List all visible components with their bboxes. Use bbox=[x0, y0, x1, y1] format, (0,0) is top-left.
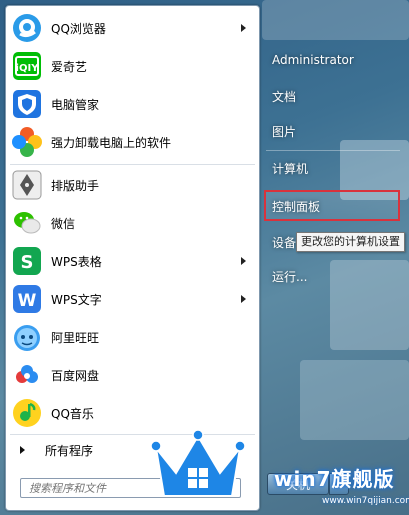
program-label: 微信 bbox=[51, 216, 76, 231]
program-item-wps-sheets[interactable]: S WPS表格 bbox=[6, 242, 259, 280]
control-panel-link[interactable]: 控制面板 bbox=[272, 198, 320, 215]
documents-link[interactable]: 文档 bbox=[272, 88, 296, 105]
svg-text:W: W bbox=[18, 291, 37, 311]
arrow-right-icon bbox=[20, 446, 25, 454]
menu-separator bbox=[10, 164, 255, 165]
desktop-window-blur bbox=[262, 0, 409, 40]
desktop-window-blur bbox=[330, 260, 409, 350]
program-item-qq-music[interactable]: QQ音乐 bbox=[6, 394, 259, 432]
wps-writer-icon: W bbox=[11, 283, 43, 315]
qq-browser-icon bbox=[11, 12, 43, 44]
all-programs-label: 所有程序 bbox=[45, 443, 94, 458]
aliwangwang-icon bbox=[11, 321, 43, 353]
program-item-wechat[interactable]: 微信 bbox=[6, 204, 259, 242]
recent-programs-list: 排版助手 微信 S WPS表格 W WPS文字 阿里旺旺 百度网盘 QQ音乐 bbox=[6, 166, 259, 432]
program-label: QQ音乐 bbox=[51, 406, 94, 421]
iqiyi-icon: iQIY bbox=[11, 50, 43, 82]
submenu-arrow-icon bbox=[241, 257, 246, 265]
program-item-qq-browser[interactable]: QQ浏览器 bbox=[6, 9, 259, 47]
flower-icon bbox=[11, 126, 43, 158]
watermark-url: www.win7qijian.com bbox=[322, 496, 409, 506]
program-item-pc-manager[interactable]: 电脑管家 bbox=[6, 85, 259, 123]
program-label: WPS文字 bbox=[51, 292, 102, 307]
user-folder-link[interactable]: Administrator bbox=[272, 53, 354, 67]
program-item-wps-writer[interactable]: W WPS文字 bbox=[6, 280, 259, 318]
control-panel-tooltip: 更改您的计算机设置 bbox=[296, 232, 405, 252]
program-label: 电脑管家 bbox=[51, 97, 100, 112]
music-icon bbox=[11, 397, 43, 429]
desktop-window-blur bbox=[300, 360, 409, 440]
pinned-programs-list: QQ浏览器 iQIY 爱奇艺 电脑管家 强力卸载电脑上的软件 bbox=[6, 9, 259, 161]
program-item-typesetting[interactable]: 排版助手 bbox=[6, 166, 259, 204]
menu-separator bbox=[266, 150, 400, 151]
svg-text:iQIY: iQIY bbox=[16, 63, 40, 74]
svg-text:S: S bbox=[21, 252, 34, 273]
crown-logo bbox=[148, 428, 248, 506]
program-item-uninstaller[interactable]: 强力卸载电脑上的软件 bbox=[6, 123, 259, 161]
wps-sheets-icon: S bbox=[11, 245, 43, 277]
watermark-text: win7旗舰版 bbox=[274, 467, 395, 491]
program-label: WPS表格 bbox=[51, 254, 102, 269]
pen-nib-icon bbox=[11, 169, 43, 201]
program-label: 强力卸载电脑上的软件 bbox=[51, 135, 172, 150]
run-link[interactable]: 运行... bbox=[272, 268, 307, 285]
devices-link[interactable]: 设备 bbox=[272, 234, 296, 251]
program-label: QQ浏览器 bbox=[51, 21, 106, 36]
submenu-arrow-icon bbox=[241, 295, 246, 303]
program-label: 百度网盘 bbox=[51, 368, 100, 383]
program-item-iqiyi[interactable]: iQIY 爱奇艺 bbox=[6, 47, 259, 85]
program-label: 排版助手 bbox=[51, 178, 100, 193]
program-item-baidu-pan[interactable]: 百度网盘 bbox=[6, 356, 259, 394]
program-label: 阿里旺旺 bbox=[51, 330, 100, 345]
cloud-icon bbox=[11, 359, 43, 391]
shield-icon bbox=[11, 88, 43, 120]
computer-link[interactable]: 计算机 bbox=[272, 160, 308, 177]
program-item-aliwangwang[interactable]: 阿里旺旺 bbox=[6, 318, 259, 356]
pictures-link[interactable]: 图片 bbox=[272, 123, 296, 140]
wechat-icon bbox=[11, 207, 43, 239]
program-label: 爱奇艺 bbox=[51, 59, 88, 74]
submenu-arrow-icon bbox=[241, 24, 246, 32]
